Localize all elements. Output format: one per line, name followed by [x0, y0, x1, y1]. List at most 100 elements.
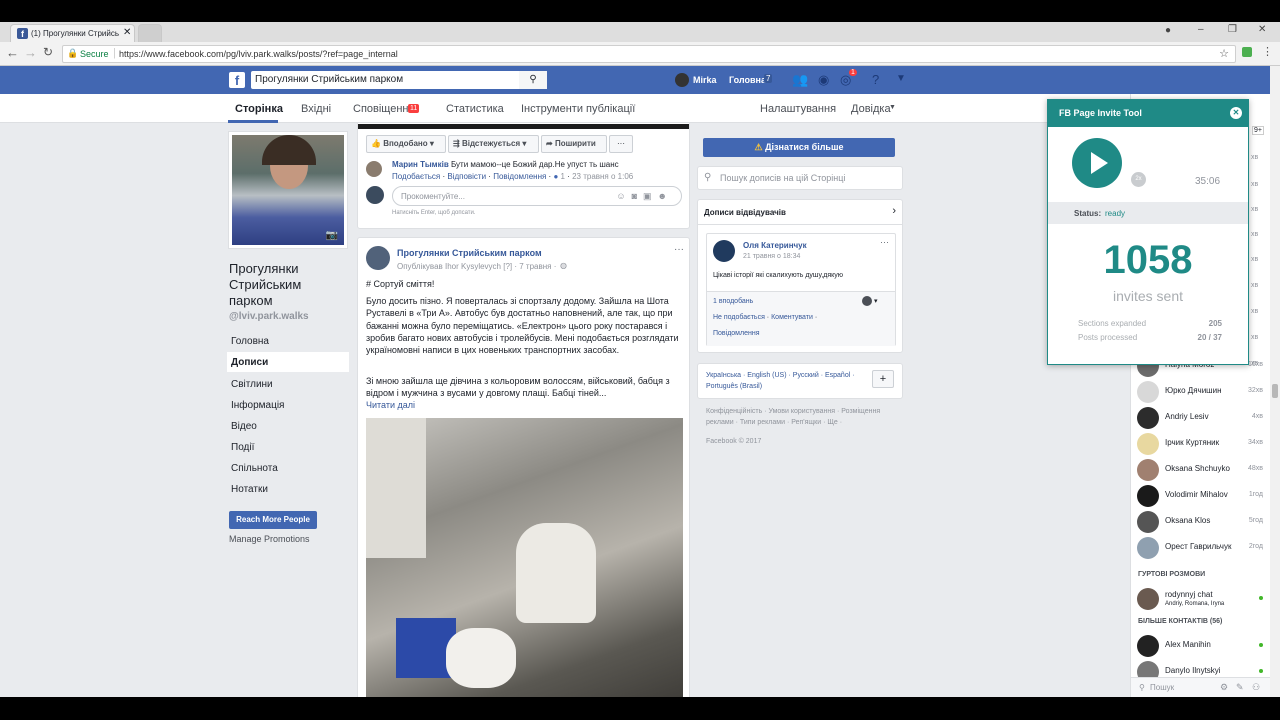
- extension-icon[interactable]: [1242, 47, 1252, 57]
- tab-insights[interactable]: Статистика: [446, 103, 504, 115]
- sections-expanded-value: 205: [1208, 319, 1222, 328]
- manage-promotions-link[interactable]: Manage Promotions: [229, 534, 310, 544]
- compose-icon[interactable]: ✎: [1236, 682, 1244, 693]
- nav-photos[interactable]: Світлини: [231, 379, 273, 390]
- nav-community[interactable]: Спільнота: [231, 463, 278, 474]
- help-icon[interactable]: ?: [872, 72, 879, 87]
- chat-contact[interactable]: Орест Гаврильчук 2год: [1137, 535, 1265, 561]
- chat-contact[interactable]: Ірчик Куртяник 34хв: [1137, 431, 1265, 457]
- facebook-logo-icon[interactable]: f: [229, 72, 245, 88]
- invite-tool-title: FB Page Invite Tool: [1059, 108, 1142, 118]
- comment: Марин Тымків Бути мамою--це Божий дар.Не…: [392, 160, 619, 169]
- omnibox[interactable]: 🔒 Secure | https://www.facebook.com/pg/l…: [62, 45, 1236, 63]
- avatar[interactable]: [713, 240, 735, 262]
- post-photo[interactable]: [366, 418, 683, 697]
- tab-close-icon[interactable]: ✕: [123, 27, 131, 38]
- gear-icon[interactable]: ⚙: [1220, 682, 1228, 693]
- chat-contact[interactable]: Oksana Klos 5год: [1137, 509, 1265, 535]
- messenger-icon[interactable]: ◉: [818, 72, 829, 88]
- footer-links[interactable]: Конфіденційність · Умови користування · …: [706, 406, 902, 428]
- page-scrollbar[interactable]: [1270, 66, 1280, 697]
- account-menu-icon[interactable]: ▼: [896, 73, 906, 84]
- forward-icon[interactable]: →: [24, 45, 37, 60]
- nav-about[interactable]: Інформація: [231, 400, 284, 411]
- chrome-menu-icon[interactable]: ⋮: [1262, 45, 1273, 58]
- emoji-photo-gif-sticker-icons[interactable]: ☺◙▣☻: [616, 191, 673, 202]
- learn-more-button[interactable]: ⚠ Дізнатися більше: [703, 138, 895, 157]
- bookmark-star-icon[interactable]: ☆: [1219, 47, 1229, 60]
- chevron-down-icon: ▼: [889, 104, 896, 111]
- reach-more-people-button[interactable]: Reach More People: [229, 511, 317, 529]
- chevron-down-icon[interactable]: ▾: [874, 297, 878, 305]
- post-options-icon[interactable]: ···: [880, 237, 889, 247]
- friends-icon[interactable]: 👥: [792, 72, 808, 88]
- reload-icon[interactable]: ↻: [43, 45, 53, 59]
- globe-icon: ◍: [560, 261, 567, 270]
- settings-link[interactable]: Налаштування: [760, 103, 836, 115]
- add-people-icon[interactable]: ⚇: [1252, 682, 1260, 693]
- back-icon[interactable]: ←: [6, 45, 19, 60]
- avatar: [1137, 635, 1159, 657]
- chat-contact[interactable]: Alex Manihin: [1137, 633, 1265, 659]
- search-icon[interactable]: ⚲: [519, 71, 547, 89]
- speed-toggle[interactable]: 2x: [1131, 172, 1146, 187]
- post-options-icon[interactable]: ···: [674, 244, 684, 255]
- new-tab-button[interactable]: [138, 24, 162, 42]
- tab-page[interactable]: Сторінка: [235, 103, 283, 115]
- nav-home[interactable]: Головна: [231, 336, 269, 347]
- home-link[interactable]: Головна: [729, 75, 766, 85]
- chevron-right-icon[interactable]: ›: [892, 205, 896, 217]
- invites-count: 1058: [1103, 238, 1193, 282]
- status-value: ready: [1105, 209, 1126, 218]
- group-chat[interactable]: rodynnyj chat Andriy, Romana, Iryna: [1137, 586, 1265, 614]
- visitor-posts-title[interactable]: Дописи відвідувачів: [704, 208, 786, 217]
- avatar[interactable]: [366, 246, 390, 270]
- tab-notifications[interactable]: Сповіщення: [353, 103, 414, 115]
- play-icon: [1091, 152, 1108, 174]
- languages-card: Українська · English (US) · Русский · Es…: [697, 363, 903, 399]
- facebook-search-input[interactable]: Прогулянки Стрийським парком ⚲: [251, 71, 547, 89]
- follow-button[interactable]: ⇶ Відстежується ▾: [448, 135, 539, 153]
- read-more-link[interactable]: Читати далі: [366, 400, 415, 410]
- profile-picture[interactable]: 📷: [228, 131, 348, 249]
- chat-contact[interactable]: Oksana Shchuyko 48хв: [1137, 457, 1265, 483]
- nav-events[interactable]: Події: [231, 442, 254, 453]
- online-dot: [1259, 669, 1263, 673]
- browser-tab[interactable]: f (1) Прогулянки Стрийсь ✕: [10, 24, 135, 42]
- nav-posts[interactable]: Дописи: [231, 357, 268, 368]
- nav-notes[interactable]: Нотатки: [231, 484, 268, 495]
- posts-processed-value: 20 / 37: [1197, 333, 1222, 342]
- window-close-icon[interactable]: ✕: [1258, 24, 1266, 35]
- chat-contact[interactable]: Volodimir Mihalov 1год: [1137, 483, 1265, 509]
- user-name[interactable]: Mirka: [693, 75, 717, 85]
- post-card: Прогулянки Стрийським парком Опублікував…: [357, 237, 690, 697]
- tab-publishing-tools[interactable]: Інструменти публікації: [521, 103, 635, 115]
- share-button[interactable]: ➦ Поширити: [541, 135, 607, 153]
- close-icon[interactable]: ✕: [1230, 107, 1242, 119]
- avatar[interactable]: [862, 296, 872, 306]
- nav-videos[interactable]: Відео: [231, 421, 257, 432]
- page-title: Прогулянки Стрийським парком: [229, 261, 302, 308]
- camera-icon[interactable]: 📷: [326, 230, 338, 241]
- add-language-button[interactable]: +: [872, 370, 894, 388]
- scrollbar-thumb[interactable]: [1272, 384, 1278, 398]
- account-icon[interactable]: ●: [1165, 25, 1171, 36]
- chat-contact[interactable]: Andriy Lesiv 4хв: [1137, 405, 1265, 431]
- secure-label: Secure: [80, 49, 109, 59]
- post-author[interactable]: Прогулянки Стрийським парком: [397, 248, 542, 258]
- home-count-badge: 7: [764, 74, 773, 83]
- like-icon: ●: [553, 172, 559, 181]
- tab-inbox[interactable]: Вхідні: [301, 103, 331, 115]
- chat-contact[interactable]: Юрко Дячишин 32хв: [1137, 379, 1265, 405]
- comment-input[interactable]: Прокоментуйте... ☺◙▣☻: [392, 186, 682, 206]
- help-dropdown[interactable]: Довідка: [851, 103, 891, 115]
- chat-search[interactable]: ⚲ Пошук ⚙ ✎ ⚇: [1131, 677, 1270, 697]
- like-button[interactable]: 👍 Вподобано ▾: [366, 135, 446, 153]
- minimize-icon[interactable]: –: [1198, 24, 1204, 35]
- more-options-button[interactable]: ···: [609, 135, 633, 153]
- visitor-posts-card: Дописи відвідувачів › Оля Катеринчук 21 …: [697, 199, 903, 353]
- avatar[interactable]: [675, 73, 689, 87]
- restore-icon[interactable]: ❐: [1228, 24, 1237, 35]
- page-post-search[interactable]: ⚲ Пошук дописів на цій Сторінці: [697, 166, 903, 190]
- play-button[interactable]: [1072, 138, 1122, 188]
